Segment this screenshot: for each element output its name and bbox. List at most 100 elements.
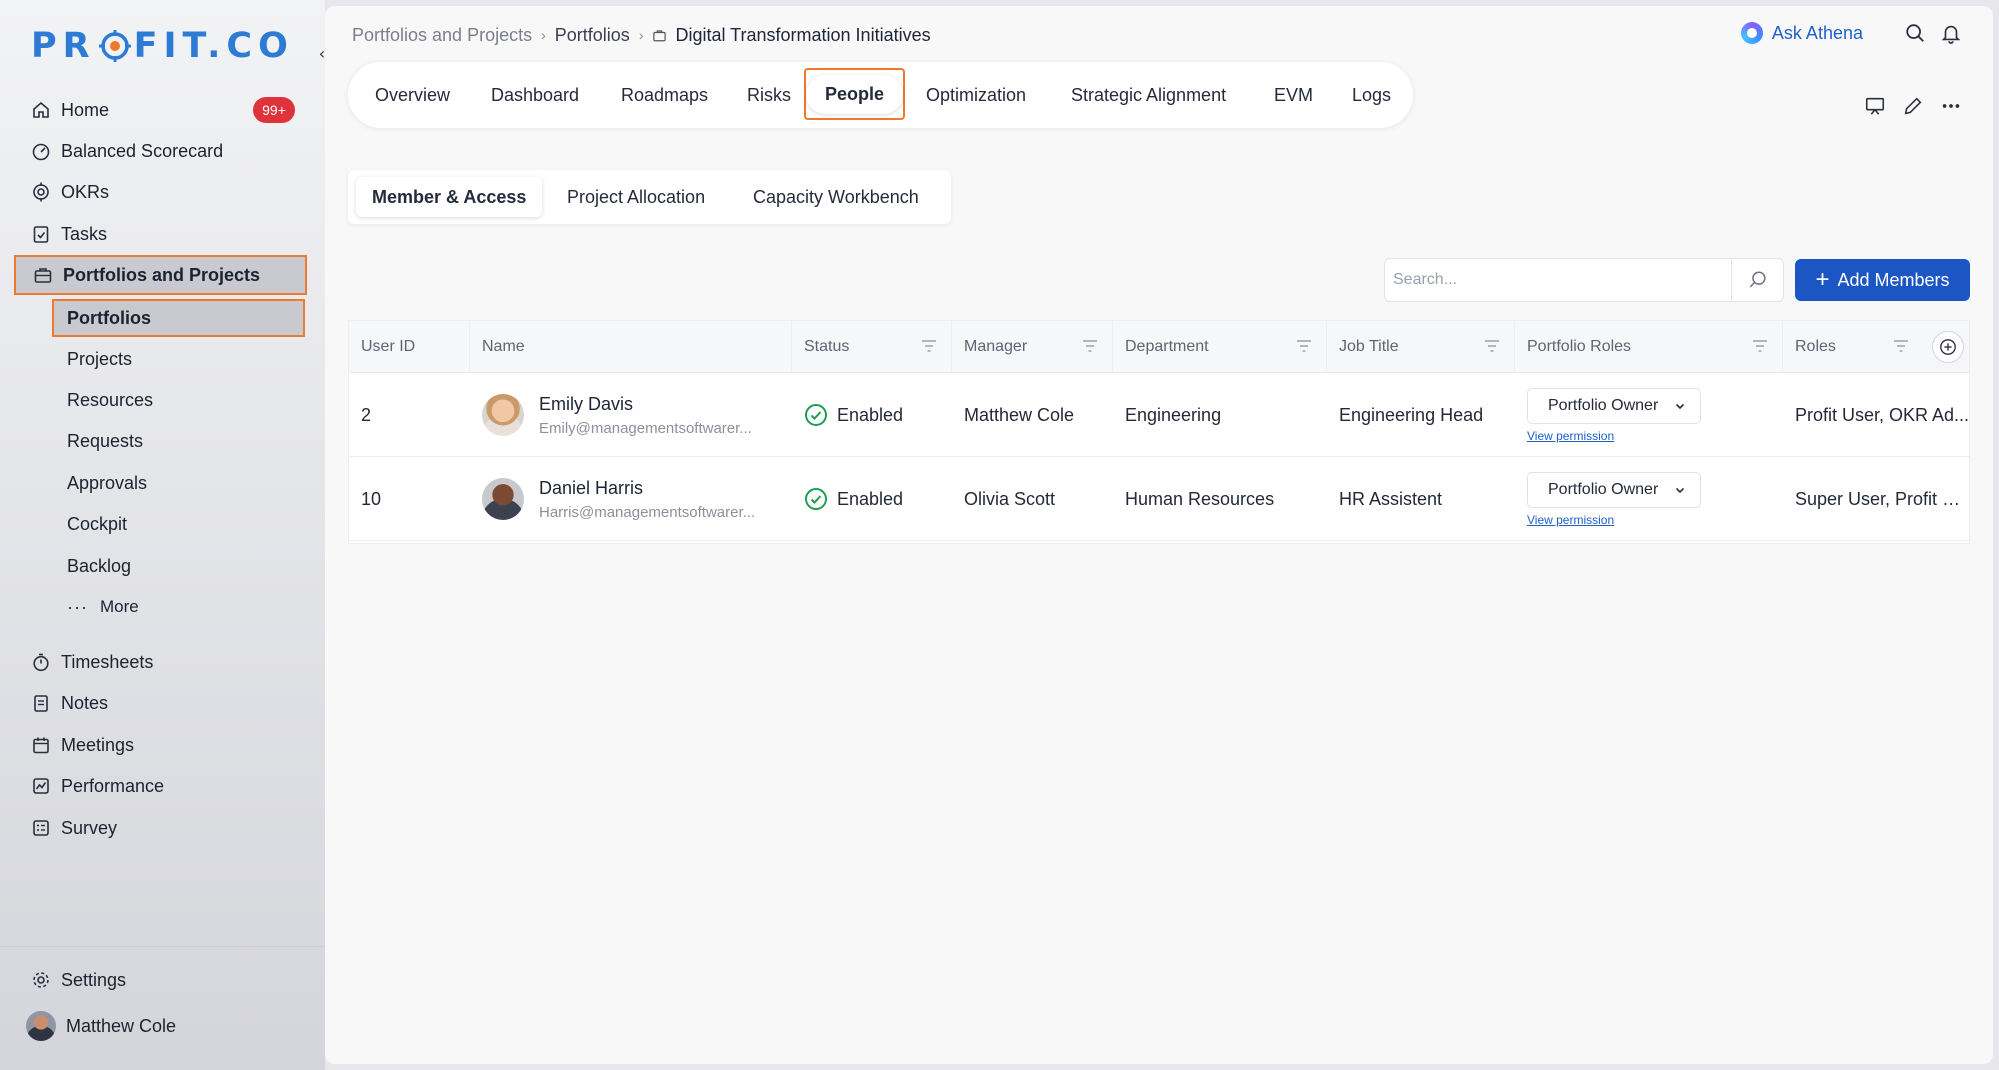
sidebar-item-performance[interactable]: Performance [14,766,307,806]
tab-optimization[interactable]: Optimization [926,77,1026,113]
cell-roles: Super User, Profit Us... [1783,457,1971,541]
column-header-department[interactable]: Department [1113,321,1327,373]
search-icon[interactable] [1903,21,1927,45]
sidebar-item-label: OKRs [61,181,110,202]
breadcrumb-item-portfolios[interactable]: Portfolios [555,25,630,46]
add-column-button[interactable] [1932,331,1964,363]
breadcrumb-current-page: Digital Transformation Initiatives [675,24,931,45]
sidebar-item-notes[interactable]: Notes [14,683,307,723]
sidebar-item-label: Timesheets [61,651,154,672]
search-button[interactable] [1731,259,1783,301]
tab-risks[interactable]: Risks [747,77,791,113]
sidebar-subitem-label: Portfolios [67,307,151,328]
sidebar-subitem-more[interactable]: ··· More [52,588,305,626]
briefcase-icon [652,28,667,43]
ask-athena-button[interactable]: Ask Athena [1740,22,1863,44]
sidebar-subitem-approvals[interactable]: Approvals [52,464,305,502]
sidebar-item-label: Portfolios and Projects [63,264,261,285]
column-header-roles[interactable]: Roles [1783,321,1923,373]
tab-people[interactable]: People [804,68,906,120]
member-email: Emily@managementsoftwarer... [539,419,752,437]
bell-icon[interactable] [1939,21,1963,45]
sidebar-subitem-portfolios[interactable]: Portfolios [52,299,305,337]
gauge-icon [30,140,52,162]
sidebar-item-settings[interactable]: Settings [14,960,307,1000]
view-permission-link[interactable]: View permission [1527,513,1614,527]
cell-user-id: 2 [361,404,372,425]
sidebar-item-meetings[interactable]: Meetings [14,725,307,765]
column-header-job-title[interactable]: Job Title [1327,321,1515,373]
presentation-icon[interactable] [1863,94,1887,118]
member-name[interactable]: Emily Davis [539,394,777,415]
sidebar-item-label: Tasks [61,223,108,244]
sidebar-subitem-label: Requests [67,430,144,451]
logo-text-left: PR [31,26,96,66]
sidebar-item-label: Balanced Scorecard [61,140,224,161]
more-options-icon[interactable] [1939,94,1963,118]
column-header-user-id[interactable]: User ID [349,321,470,373]
sidebar-item-tasks[interactable]: Tasks [14,214,307,254]
sidebar-user-profile[interactable]: Matthew Cole [14,1006,307,1046]
sidebar-item-timesheets[interactable]: Timesheets [14,642,307,682]
sidebar-item-portfolios-and-projects[interactable]: Portfolios and Projects [14,255,307,295]
breadcrumb-item-portfolios-and-projects[interactable]: Portfolios and Projects [352,25,532,46]
subtab-member-access[interactable]: Member & Access [356,177,543,217]
sidebar-subitem-requests[interactable]: Requests [52,422,305,460]
filter-icon[interactable] [1296,339,1312,353]
column-label: Name [482,338,525,355]
column-header-name[interactable]: Name [470,321,792,373]
tab-dashboard[interactable]: Dashboard [491,77,579,113]
search-input[interactable] [1393,259,1731,301]
filter-icon[interactable] [1752,339,1768,353]
sidebar-subitem-cockpit[interactable]: Cockpit [52,505,305,543]
filter-icon[interactable] [921,339,937,353]
home-icon [30,99,52,121]
add-members-button[interactable]: + Add Members [1795,259,1970,301]
sidebar-subitem-label: Approvals [67,472,148,493]
logo-target-icon [98,30,131,62]
profit-co-logo[interactable]: PR FIT.CO [31,26,294,66]
plus-circle-icon [1940,339,1956,355]
sidebar-subitem-projects[interactable]: Projects [52,340,305,378]
briefcase-icon [32,264,54,286]
portfolio-role-select[interactable]: Portfolio Owner [1527,471,1701,508]
edit-pencil-icon[interactable] [1901,94,1925,118]
chevron-down-icon [1675,403,1685,409]
column-header-manager[interactable]: Manager [952,321,1113,373]
tab-logs[interactable]: Logs [1352,77,1391,113]
sidebar-item-home[interactable]: Home 99+ [14,90,307,130]
breadcrumb-separator-icon: › [541,27,546,43]
sidebar-subitem-backlog[interactable]: Backlog [52,547,305,585]
portfolio-role-select[interactable]: Portfolio Owner [1527,387,1701,424]
table-row[interactable]: 2 Emily Davis Emily@managementsoftwarer.… [349,373,1969,457]
sidebar-item-okrs[interactable]: OKRs [14,172,307,212]
sidebar: PR FIT.CO ‹ Home 99+ Balanced Scorecard [0,0,325,1070]
main-tabs: Overview Dashboard Roadmaps Risks People… [348,62,1413,128]
chart-icon [30,775,52,797]
column-header-status[interactable]: Status [792,321,952,373]
filter-icon[interactable] [1082,339,1098,353]
avatar [482,394,524,436]
filter-icon[interactable] [1484,339,1500,353]
tab-roadmaps[interactable]: Roadmaps [621,77,708,113]
member-name[interactable]: Daniel Harris [539,478,777,499]
cell-manager: Olivia Scott [964,488,1056,509]
sidebar-subitem-resources[interactable]: Resources [52,381,305,419]
sidebar-item-survey[interactable]: Survey [14,808,307,848]
column-header-portfolio-roles[interactable]: Portfolio Roles [1515,321,1783,373]
view-permission-link[interactable]: View permission [1527,429,1614,443]
portfolio-role-value: Portfolio Owner [1548,480,1659,498]
tab-people-label: People [806,74,904,114]
tab-strategic-alignment[interactable]: Strategic Alignment [1071,77,1226,113]
tab-evm[interactable]: EVM [1274,77,1313,113]
filter-icon[interactable] [1893,339,1909,353]
cell-portfolio-roles: Portfolio Owner View permission [1515,457,1783,541]
sidebar-item-balanced-scorecard[interactable]: Balanced Scorecard [14,131,307,171]
ask-athena-label: Ask Athena [1771,22,1863,43]
cell-job-title: Engineering Head [1339,404,1484,425]
subtab-project-allocation[interactable]: Project Allocation [567,177,705,217]
table-row[interactable]: 10 Daniel Harris Harris@managementsoftwa… [349,457,1971,541]
column-label: Roles [1795,338,1836,355]
subtab-capacity-workbench[interactable]: Capacity Workbench [753,177,919,217]
tab-overview[interactable]: Overview [375,77,450,113]
